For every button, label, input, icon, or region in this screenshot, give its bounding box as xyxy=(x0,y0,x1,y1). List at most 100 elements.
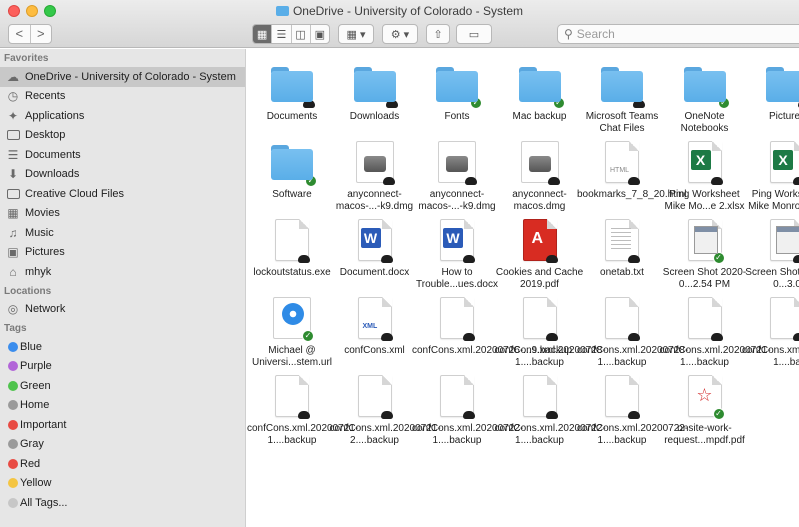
file-item[interactable]: confCons.xml.20200722-1....backup xyxy=(412,367,523,446)
cloud-only-icon xyxy=(793,255,799,263)
sidebar-item-tags-5[interactable]: Gray xyxy=(0,435,245,455)
file-item[interactable]: Documents xyxy=(251,55,333,130)
file-item[interactable]: Downloads xyxy=(334,55,416,130)
doc-icon xyxy=(770,297,799,341)
sidebar-item-tags-2[interactable]: Green xyxy=(0,376,245,396)
synced-check-icon: ✓ xyxy=(470,97,482,109)
file-item[interactable]: anyconnect-macos-...-k9.dmg xyxy=(416,133,498,212)
back-button[interactable]: < xyxy=(9,25,30,43)
action-gear-button[interactable]: ⚙ ▾ xyxy=(382,24,418,44)
file-item[interactable]: How to Trouble...ues.docx xyxy=(416,211,498,290)
file-item[interactable]: confCons.xml.20200722-1....backup xyxy=(495,367,606,446)
sidebar-item-favorites-10[interactable]: ⌂ mhyk xyxy=(0,262,245,282)
file-item[interactable]: Document.docx xyxy=(334,211,416,286)
tag-button[interactable]: ▭ xyxy=(456,24,492,44)
sidebar-item-tags-1[interactable]: Purple xyxy=(0,357,245,377)
sidebar-item-favorites-4[interactable]: ☰ Documents xyxy=(0,145,245,165)
sidebar-item-favorites-3[interactable]: Desktop xyxy=(0,126,245,146)
file-item[interactable]: onetab.txt xyxy=(581,211,663,286)
pdf-icon: ✓ xyxy=(687,375,725,420)
sidebar-item-favorites-9[interactable]: ▣ Pictures xyxy=(0,243,245,263)
file-item[interactable]: confCons.xml.20200728-1....backup xyxy=(495,289,606,368)
file-item[interactable]: ✓ OneNote Notebooks xyxy=(664,55,746,134)
sidebar-item-tags-0[interactable]: Blue xyxy=(0,337,245,357)
sidebar-item-tags-8[interactable]: All Tags... xyxy=(0,493,245,513)
file-name: How to Trouble...ues.docx xyxy=(416,267,498,290)
file-name: Screen Shot 2020-0...2.54 PM xyxy=(662,267,747,290)
sidebar-item-tags-6[interactable]: Red xyxy=(0,454,245,474)
cloud-only-icon xyxy=(380,255,393,263)
sidebar-item-favorites-8[interactable]: ♫ Music xyxy=(0,223,245,243)
file-item[interactable]: bookmarks_7_8_20.html xyxy=(577,133,687,208)
file-item[interactable]: Screen Shot 2020-0...3.0 xyxy=(745,211,799,290)
share-button[interactable]: ⇧ xyxy=(426,24,450,44)
file-name: Document.docx xyxy=(339,267,410,278)
sidebar-item-label: Important xyxy=(20,418,67,431)
folder-icon xyxy=(353,63,398,108)
file-item[interactable]: Ping Worksheet Mike Monroe.xlsx xyxy=(746,133,799,212)
file-name: confCons.xml.20200721-2....backup xyxy=(329,423,441,446)
file-name: onsite-work-request...mpdf.pdf xyxy=(664,423,745,446)
file-item[interactable]: Pictures xyxy=(746,55,799,130)
doc-icon xyxy=(275,375,310,419)
forward-button[interactable]: > xyxy=(29,25,52,43)
music-icon: ♫ xyxy=(8,225,18,240)
file-item[interactable]: confCons.xml.20200721-1....ba xyxy=(742,289,799,368)
file-item[interactable]: confCons.xml.20200721-1....backup xyxy=(660,289,771,368)
file-name: confCons.xml.20200728-1....backup xyxy=(577,345,689,368)
clock-icon: ◷ xyxy=(7,89,19,104)
group-by-button[interactable]: ▦ ▾ xyxy=(338,24,374,44)
sidebar-item-locations-0[interactable]: ◎ Network xyxy=(0,300,245,320)
sidebar-item-favorites-1[interactable]: ◷ Recents xyxy=(0,87,245,107)
file-item[interactable]: ✓ Mac backup xyxy=(499,55,581,130)
file-item[interactable]: ✓ Software xyxy=(251,133,333,208)
gallery-view-button[interactable]: ▣ xyxy=(309,25,329,43)
file-item[interactable]: ✓ Michael @ Universi...stem.url xyxy=(251,289,333,368)
cloud-only-icon xyxy=(303,100,315,108)
sidebar-item-label: Green xyxy=(20,379,51,392)
file-item[interactable]: Microsoft Teams Chat Files xyxy=(581,55,663,134)
sidebar-item-favorites-5[interactable]: ⬇ Downloads xyxy=(0,165,245,185)
sidebar-item-label: Downloads xyxy=(25,168,80,181)
folder-icon xyxy=(275,6,289,16)
file-name: Michael @ Universi...stem.url xyxy=(251,345,332,368)
file-item[interactable]: confCons.xml.20200722-1....backup xyxy=(577,367,688,446)
file-name: confCons.xml.20200726-...9.backup xyxy=(412,345,573,356)
icon-view-button[interactable]: ▦ xyxy=(253,25,272,43)
locations-header: Locations xyxy=(4,285,52,297)
sidebar-item-favorites-2[interactable]: ✦ Applications xyxy=(0,106,245,126)
file-item[interactable]: anyconnect-macos-...-k9.dmg xyxy=(334,133,416,212)
file-item[interactable]: Cookies and Cache 2019.pdf xyxy=(496,211,583,290)
sidebar-item-tags-7[interactable]: Yellow xyxy=(0,474,245,494)
file-name: Fonts xyxy=(444,111,470,122)
sidebar: Favorites ☁ OneDrive - University of Colo… xyxy=(0,49,246,527)
sidebar-item-favorites-6[interactable]: Creative Cloud Files xyxy=(0,184,245,204)
file-item[interactable]: ✓ Screen Shot 2020-0...2.54 PM xyxy=(663,211,746,290)
sidebar-item-label: Creative Cloud Files xyxy=(25,187,125,200)
cloud-only-icon xyxy=(380,411,393,419)
file-item[interactable]: anyconnect-macos.dmg xyxy=(499,133,581,212)
synced-check-icon: ✓ xyxy=(712,408,725,420)
doc-icon xyxy=(440,375,475,419)
cloud-only-icon xyxy=(463,411,475,419)
sidebar-item-label: Pictures xyxy=(25,246,65,259)
file-item[interactable]: ✓ onsite-work-request...mpdf.pdf xyxy=(664,367,746,446)
file-item[interactable]: confCons.xml.20200721-2....backup xyxy=(330,367,441,446)
search-field[interactable]: ⚲ Search xyxy=(557,24,799,44)
file-item[interactable]: ✓ Fonts xyxy=(416,55,498,130)
sidebar-item-favorites-0[interactable]: ☁ OneDrive - University of Colorado - Sys… xyxy=(0,67,245,87)
file-name: onetab.txt xyxy=(600,267,644,278)
sidebar-item-favorites-7[interactable]: ▦ Movies xyxy=(0,204,245,224)
sidebar-item-tags-4[interactable]: Important xyxy=(0,415,245,435)
sidebar-item-tags-3[interactable]: Home xyxy=(0,396,245,416)
file-item[interactable]: confCons.xml.20200726-...9.backup xyxy=(412,289,572,364)
file-item[interactable]: confCons.xml.20200721-1....backup xyxy=(247,367,358,446)
file-item[interactable]: Ping Worksheet Mike Mo...e 2.xlsx xyxy=(664,133,746,212)
file-item[interactable]: lockoutstatus.exe xyxy=(251,211,333,286)
file-name: lockoutstatus.exe xyxy=(253,267,331,278)
list-view-button[interactable]: ☰ xyxy=(271,25,290,43)
file-item[interactable]: confCons.xml.20200728-1....backup xyxy=(577,289,688,368)
column-view-button[interactable]: ◫ xyxy=(290,25,310,43)
file-grid: Documents Downloads ✓ Fonts ✓ Mac backup Micro… xyxy=(247,49,799,527)
file-item[interactable]: confCons.xml xyxy=(334,289,416,364)
